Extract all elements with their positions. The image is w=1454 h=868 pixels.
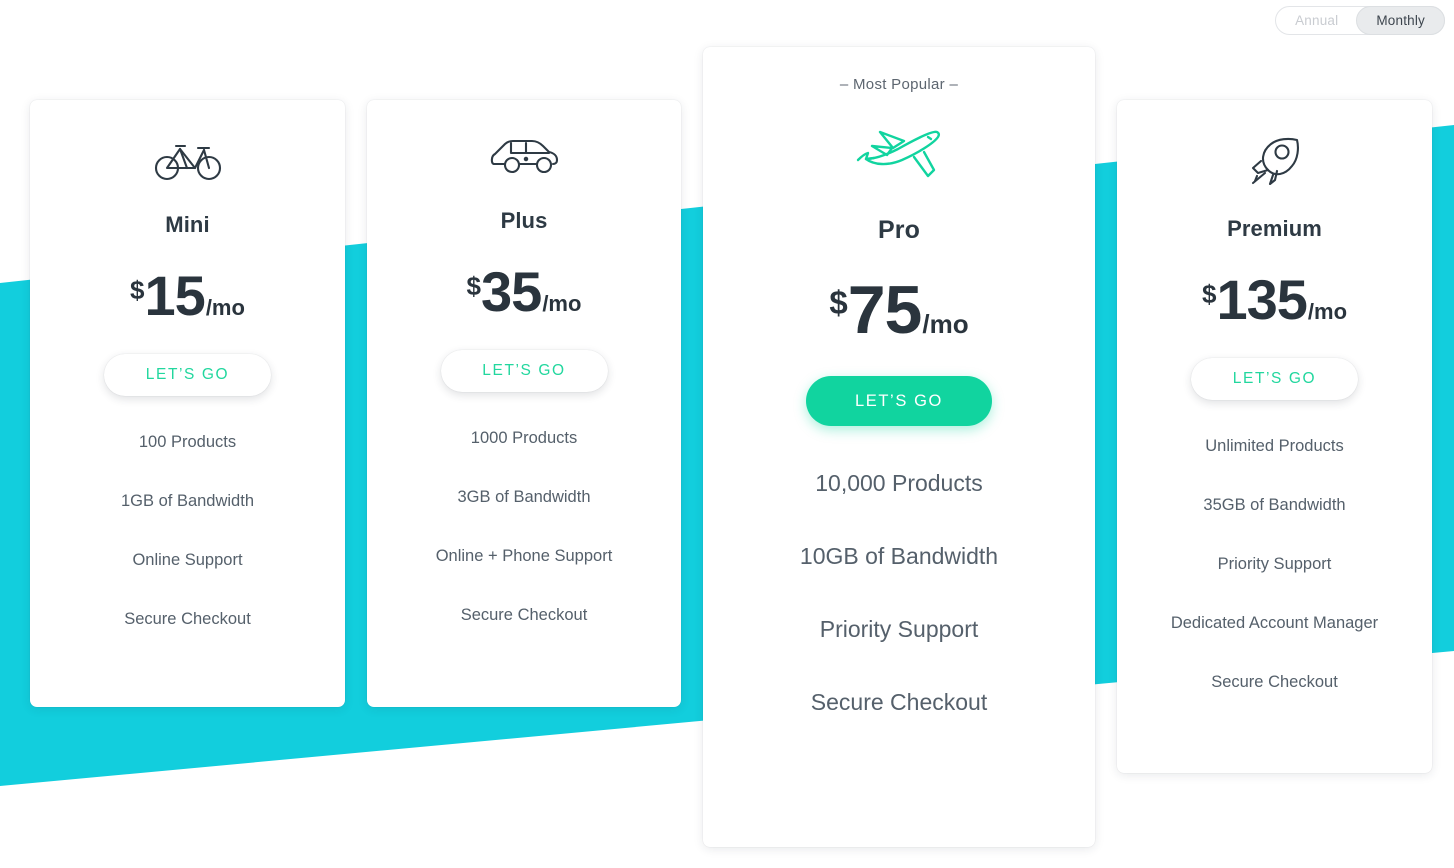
most-popular-badge: – Most Popular – — [839, 76, 959, 93]
price-period: /mo — [542, 291, 582, 316]
price-period: /mo — [922, 309, 969, 339]
price-amount: 15 — [144, 264, 206, 327]
price-currency: $ — [130, 275, 145, 305]
feature-list: 10,000 Products 10GB of Bandwidth Priori… — [703, 470, 1095, 762]
feature-item: Dedicated Account Manager — [1170, 614, 1379, 632]
feature-list: 1000 Products 3GB of Bandwidth Online + … — [367, 429, 681, 665]
feature-item: Unlimited Products — [1205, 437, 1344, 455]
cta-button-plus[interactable]: LET’S GO — [440, 350, 608, 392]
plan-price: $ 135 /mo — [1202, 272, 1347, 328]
cta-button-premium[interactable]: LET’S GO — [1191, 358, 1358, 400]
feature-item: Secure Checkout — [460, 606, 588, 624]
feature-item: 10,000 Products — [815, 470, 983, 496]
pricing-card-plus[interactable]: Plus $ 35 /mo LET’S GO 1000 Products 3GB… — [367, 100, 681, 707]
plan-name: Premium — [1227, 216, 1322, 241]
plan-price: $ 15 /mo — [130, 268, 245, 324]
plan-price: $ 75 /mo — [829, 276, 968, 344]
price-amount: 135 — [1216, 268, 1307, 331]
feature-item: Online Support — [132, 551, 243, 569]
price-currency: $ — [829, 284, 848, 321]
feature-item: 1000 Products — [470, 429, 578, 447]
airplane-icon — [852, 124, 946, 182]
bicycle-icon — [154, 137, 222, 181]
pricing-card-mini[interactable]: Mini $ 15 /mo LET’S GO 100 Products 1GB … — [30, 100, 345, 707]
plan-name: Plus — [500, 208, 548, 233]
toggle-option-annual[interactable]: Annual — [1276, 7, 1357, 34]
feature-item: Priority Support — [1217, 555, 1332, 573]
price-currency: $ — [1201, 279, 1217, 309]
price-amount: 75 — [847, 272, 923, 348]
price-period: /mo — [1307, 299, 1348, 324]
plan-name: Mini — [165, 212, 210, 237]
cta-button-mini[interactable]: LET’S GO — [104, 354, 271, 396]
feature-item: Online + Phone Support — [435, 547, 613, 565]
pricing-card-pro[interactable]: – Most Popular – Pro $ 75 /mo LET’S GO 1… — [703, 47, 1095, 847]
feature-item: Secure Checkout — [810, 689, 988, 715]
toggle-option-monthly[interactable]: Monthly — [1356, 6, 1445, 35]
feature-item: 1GB of Bandwidth — [121, 492, 254, 510]
feature-item: Secure Checkout — [1211, 673, 1338, 691]
billing-period-toggle[interactable]: Annual Monthly — [1275, 6, 1445, 35]
feature-list: Unlimited Products 35GB of Bandwidth Pri… — [1117, 437, 1432, 732]
plan-name: Pro — [878, 216, 920, 244]
rocket-icon — [1244, 137, 1306, 185]
price-amount: 35 — [481, 260, 542, 323]
feature-item: Secure Checkout — [124, 610, 251, 628]
feature-item: 3GB of Bandwidth — [457, 488, 591, 506]
price-period: /mo — [205, 295, 245, 320]
feature-item: 100 Products — [138, 433, 237, 451]
feature-list: 100 Products 1GB of Bandwidth Online Sup… — [30, 433, 345, 669]
pricing-cards-container: Mini $ 15 /mo LET’S GO 100 Products 1GB … — [0, 0, 1454, 868]
price-currency: $ — [466, 271, 482, 301]
plan-price: $ 35 /mo — [467, 264, 582, 320]
feature-item: 35GB of Bandwidth — [1203, 496, 1346, 514]
cta-button-pro[interactable]: LET’S GO — [806, 376, 992, 426]
feature-item: Priority Support — [819, 616, 979, 642]
feature-item: 10GB of Bandwidth — [799, 543, 999, 569]
car-icon — [489, 137, 559, 177]
pricing-card-premium[interactable]: Premium $ 135 /mo LET’S GO Unlimited Pro… — [1117, 100, 1432, 773]
